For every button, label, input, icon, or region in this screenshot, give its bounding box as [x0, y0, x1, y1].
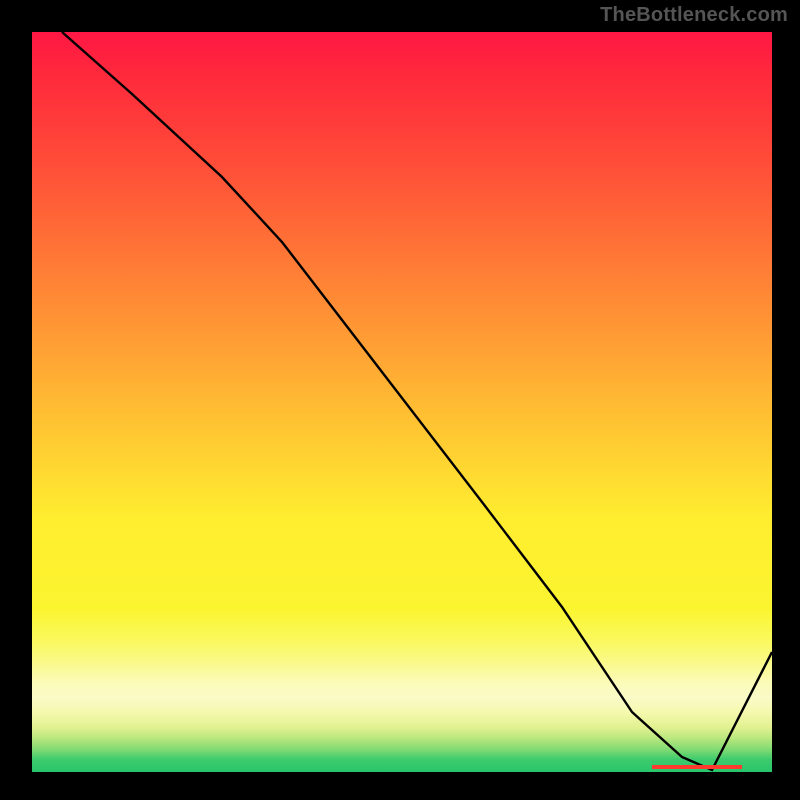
- watermark-text: TheBottleneck.com: [600, 4, 788, 27]
- chart-line-svg: [32, 32, 772, 772]
- bottleneck-curve-path: [62, 32, 772, 770]
- chart-plot-area: [30, 30, 774, 774]
